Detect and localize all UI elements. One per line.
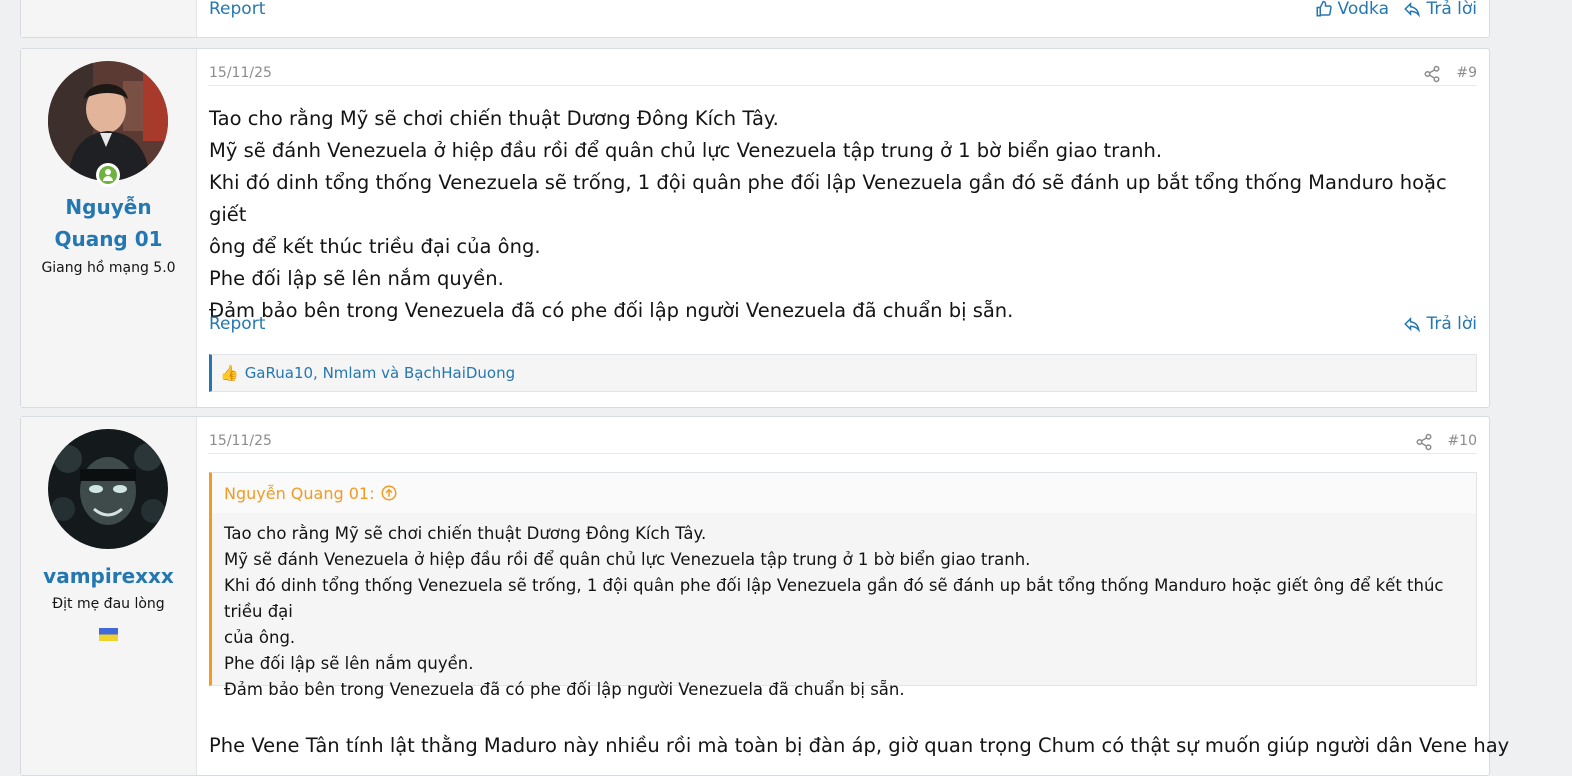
post-main: 15/11/25 #9 Tao cho rằng Mỹ sẽ chơi chiế… [208,49,1477,407]
post-line: Đảm bảo bên trong Venezuela đã có phe đố… [209,299,1014,322]
reply-icon [1404,316,1421,333]
post-attribution: 15/11/25 #9 [208,57,1477,86]
quote-line: Phe đối lập sẽ lên nắm quyền. [224,654,474,673]
post-main: Report Vodka Trả lời [208,0,1477,37]
post-10: vampirexxx Địt mẹ đau lòng 15/11/25 #10 … [20,416,1510,776]
reply-label: Trả lời [1426,314,1477,334]
thumbs-up-icon [1316,0,1332,17]
post-line: Khi đó dinh tổng thống Venezuela sẽ trốn… [209,171,1447,226]
user-title: Địt mẹ đau lòng [52,596,165,612]
post-line: Tao cho rằng Mỹ sẽ chơi chiến thuật Dươn… [209,107,779,130]
post-previous: Report Vodka Trả lời [20,0,1490,38]
arrow-up-circle-icon[interactable] [380,484,398,502]
reply-label: Trả lời [1426,0,1477,19]
post-body: Phe Vene Tân tính lật thằng Maduro này n… [209,730,1510,762]
username[interactable]: vampirexxx [21,560,196,592]
username-line-1: Nguyễn [65,195,152,219]
report-link[interactable]: Report [209,314,265,334]
post-line: Phe đối lập sẽ lên nắm quyền. [209,267,504,290]
user-sidebar: vampirexxx Địt mẹ đau lòng [21,417,197,775]
reactions-list[interactable]: GaRua10, Nmlam và BạchHaiDuong [245,364,515,382]
reaction-label: Vodka [1337,0,1389,19]
reply-button[interactable]: Trả lời [1403,0,1477,19]
report-link[interactable]: Report [209,0,265,19]
quote-author[interactable]: Nguyễn Quang 01: [224,484,374,503]
post-line: Mỹ sẽ đánh Venezuela ở hiệp đầu rồi để q… [209,139,1163,162]
username[interactable]: Nguyễn Quang 01 [21,191,196,255]
quote-body: Tao cho rằng Mỹ sẽ chơi chiến thuật Dươn… [212,513,1476,703]
user-title: Giang hồ mạng 5.0 [41,260,176,276]
username-line-2: Quang 01 [54,227,163,251]
post-number[interactable]: #9 [1456,65,1477,81]
post-main: 15/11/25 #10 Nguyễn Quang 01: Tao cho rằ… [208,417,1510,775]
like-reaction-icon: 👍 [220,364,239,382]
quote-line: của ông. [224,628,296,647]
post-9: Nguyễn Quang 01 Giang hồ mạng 5.0 15/11/… [20,48,1490,408]
post-date[interactable]: 15/11/25 [209,433,272,449]
like-button[interactable]: Vodka [1315,0,1389,19]
quote-header[interactable]: Nguyễn Quang 01: [212,473,1476,513]
post-line: ông để kết thúc triều đại của ông. [209,235,541,258]
share-icon[interactable] [1415,433,1433,451]
avatar[interactable] [48,429,168,549]
share-icon[interactable] [1423,65,1441,83]
quote-line: Mỹ sẽ đánh Venezuela ở hiệp đầu rồi để q… [224,550,1031,569]
user-sidebar [21,0,197,37]
quote-line: Đảm bảo bên trong Venezuela đã có phe đố… [224,680,905,699]
quote-block: Nguyễn Quang 01: Tao cho rằng Mỹ sẽ chơi… [209,472,1477,699]
post-number[interactable]: #10 [1447,433,1477,449]
post-line: Phe Vene Tân tính lật thằng Maduro này n… [209,734,1510,757]
reactions-bar[interactable]: 👍 GaRua10, Nmlam và BạchHaiDuong [209,354,1477,392]
post-body: Tao cho rằng Mỹ sẽ chơi chiến thuật Dươn… [209,103,1457,327]
reply-icon [1404,1,1421,18]
flag-icon [99,628,118,641]
post-attribution: 15/11/25 #10 [208,425,1477,454]
online-status-icon [96,163,120,187]
reply-button[interactable]: Trả lời [1403,314,1477,334]
quote-line: Khi đó dinh tổng thống Venezuela sẽ trốn… [224,576,1444,621]
user-sidebar: Nguyễn Quang 01 Giang hồ mạng 5.0 [21,49,197,407]
quote-line: Tao cho rằng Mỹ sẽ chơi chiến thuật Dươn… [224,524,707,543]
post-date[interactable]: 15/11/25 [209,65,272,81]
